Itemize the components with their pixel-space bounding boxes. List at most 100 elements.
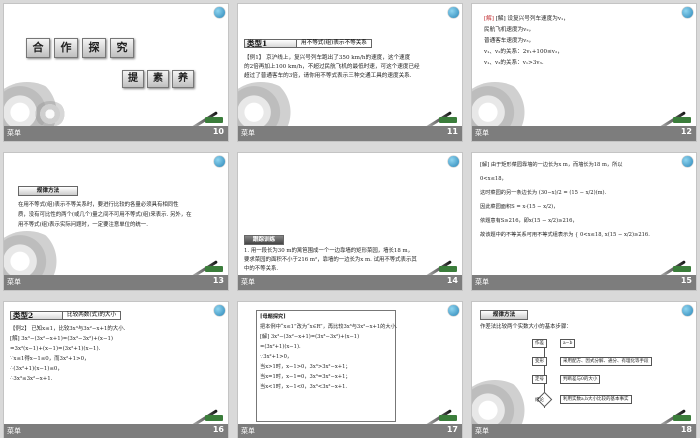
flow-step-3: 定号 (532, 375, 547, 384)
example-text: 【例1】 京沪线上，复兴号列车跑出了350 km/h的速度，这个速度 的2倍再加… (244, 54, 420, 81)
type-title: 用不等式(组)表示不等关系 (296, 39, 372, 48)
slide-number: 10 (212, 127, 224, 136)
text-line: 的2倍再加上100 km/h，不超过民航飞机的最低时速，可这个速度已经 (244, 64, 420, 70)
menu-link[interactable]: 菜单 (475, 128, 489, 138)
text-line-content: [解] 设复兴号列车速度为v₁， (495, 16, 569, 22)
text-line: 这时菜园的另一条边长为 (30−x)/2 = (15 − x/2)(m). (480, 190, 607, 196)
text-line: 中的不等关系. (244, 266, 279, 272)
flow-intro: 作差法比较两个实数大小的基本步骤： (480, 324, 572, 330)
section-title: 合 作 探 究 (26, 38, 134, 58)
flow-step-4: 结论 (535, 398, 544, 403)
slide-13[interactable]: 规律方法 在用不等式(组)表示不等关系时，要进行比较的各量必须具有相同性 质，没… (3, 152, 229, 291)
slide-footer: 菜单 14 (238, 275, 462, 290)
slide-corner-icon (448, 156, 459, 167)
slide-footer: 菜单 12 (472, 126, 696, 141)
text-line: 民航飞机速度为v₂， (484, 27, 535, 33)
text-line: [解] 3x³−(3x²−x+1)=(3x³−3x²)+(x−1) (260, 334, 360, 340)
text-line: ∴(3x²+1)(x−1)≤0， (10, 366, 63, 372)
brand-tag (673, 415, 691, 421)
subtitle-char: 素 (147, 70, 169, 88)
slide-corner-icon (214, 305, 225, 316)
text-line: 普通客车速度为v₃， (484, 38, 535, 44)
practice-header: 跟踪训练 (244, 235, 284, 245)
text-line: 1. 用一段长为30 m的篱笆围成一个一边靠墙的矩形菜园，墙长18 m， (244, 248, 413, 254)
slide-corner-icon (682, 156, 693, 167)
text-line: ∵3x²+1>0， (260, 354, 293, 360)
menu-link[interactable]: 菜单 (475, 426, 489, 436)
slide-corner-icon (682, 305, 693, 316)
slide-16[interactable]: 类型2 比较两数(式)的大小 【例2】 已知x≤1，比较3x³与3x²−x+1的… (3, 301, 229, 438)
text-line: 【例2】 已知x≤1，比较3x³与3x²−x+1的大小. (10, 326, 126, 332)
slide-footer: 菜单 11 (238, 126, 462, 141)
slide-footer: 菜单 13 (4, 275, 228, 290)
solution-text: [解] [解] 设复兴号列车速度为v₁， 民航飞机速度为v₂， 普通客车速度为v… (484, 14, 569, 69)
brand-tag (205, 415, 223, 421)
example-text: 【例2】 已知x≤1，比较3x³与3x²−x+1的大小. [解] 3x³−(3x… (10, 324, 125, 384)
slide-corner-icon (214, 156, 225, 167)
slide-footer: 菜单 10 (4, 126, 228, 141)
slide-18[interactable]: 规律方法 作差法比较两个实数大小的基本步骤： 作差 a−b 变形 采用配方、因式… (471, 301, 697, 438)
text-line: [解] 由于矩形菜园靠墙的一边长为x m，而墙长为18 m，所以 (480, 162, 623, 168)
type-title: 比较两数(式)的大小 (62, 311, 122, 320)
text-line: 故该题中的不等关系可用不等式组表示为 { 0<x≤18, x(15 − x/2)… (480, 232, 650, 238)
slide-number: 17 (446, 425, 458, 434)
text-line: 质，没有可比性的两个(或几个)量之间不可用不等式(组)来表示. 另外，在 (18, 212, 192, 218)
brand-tag (673, 266, 691, 272)
slide-12[interactable]: [解] [解] 设复兴号列车速度为v₁， 民航飞机速度为v₂， 普通客车速度为v… (471, 3, 697, 142)
text-line: =(3x²+1)(x−1). (260, 344, 301, 350)
slide-14[interactable]: 跟踪训练 1. 用一段长为30 m的篱笆围成一个一边靠墙的矩形菜园，墙长18 m… (237, 152, 463, 291)
brand-tag (439, 415, 457, 421)
flow-note-1: a−b (560, 339, 576, 348)
slide-number: 14 (446, 276, 458, 285)
menu-link[interactable]: 菜单 (475, 277, 489, 287)
slide-footer: 菜单 18 (472, 424, 696, 438)
type-label: 类型1 (244, 39, 299, 48)
brand-tag (205, 117, 223, 123)
text-line: =3x²(x−1)+(x−1)=(3x²+1)(x−1). (10, 346, 101, 352)
slide-footer: 菜单 17 (238, 424, 462, 438)
slide-corner-icon (448, 7, 459, 18)
text-line: 因此菜园面积S = x·(15 − x/2)， (480, 204, 559, 210)
slide-number: 15 (680, 276, 692, 285)
practice-text: 1. 用一段长为30 m的篱笆围成一个一边靠墙的矩形菜园，墙长18 m， 要求菜… (244, 247, 417, 274)
menu-link[interactable]: 菜单 (241, 277, 255, 287)
slide-corner-icon (448, 305, 459, 316)
menu-link[interactable]: 菜单 (7, 277, 21, 287)
title-char: 究 (110, 38, 134, 58)
text-line: 要求菜园的面积不小于216 m²，靠墙的一边长为x m. 试用不等式表示其 (244, 257, 417, 263)
frame-header: [母题探究] (260, 314, 286, 320)
text-line: 当x>1时，x−1>0，3x³>3x²−x+1； (260, 364, 351, 370)
variant-text: 把本例中“x≤1”改为“x∈R”，再比较3x³与3x²−x+1的大小. [解] … (260, 322, 397, 392)
text-line: [解] [解] 设复兴号列车速度为v₁， (484, 16, 569, 22)
slide-grid: 合 作 探 究 提 素 养 菜单 10 类型1 用不等式(组)表示不等关系 【例… (0, 0, 700, 438)
title-char: 合 (26, 38, 50, 58)
slide-number: 16 (212, 425, 224, 434)
type-label: 类型2 (10, 311, 65, 320)
slide-11[interactable]: 类型1 用不等式(组)表示不等关系 【例1】 京沪线上，复兴号列车跑出了350 … (237, 3, 463, 142)
slide-corner-icon (682, 7, 693, 18)
menu-link[interactable]: 菜单 (241, 128, 255, 138)
brand-tag (439, 117, 457, 123)
slide-17[interactable]: [母题探究] 把本例中“x≤1”改为“x∈R”，再比较3x³与3x²−x+1的大… (237, 301, 463, 438)
text-line: ∴3x³≤3x²−x+1. (10, 376, 53, 382)
text-line: 当x<1时，x−1<0，3x³<3x²−x+1. (260, 384, 348, 390)
slide-number: 13 (212, 276, 224, 285)
text-line: 0<x≤18， (480, 176, 507, 182)
menu-link[interactable]: 菜单 (241, 426, 255, 436)
text-line: [解] 3x³−(3x²−x+1)=(3x³−3x²)+(x−1) (10, 336, 114, 342)
slide-footer: 菜单 15 (472, 275, 696, 290)
menu-link[interactable]: 菜单 (7, 426, 21, 436)
title-char: 作 (54, 38, 78, 58)
slide-number: 12 (680, 127, 692, 136)
flow-step-1: 作差 (532, 339, 547, 348)
slide-15[interactable]: [解] 由于矩形菜园靠墙的一边长为x m，而墙长为18 m，所以 0<x≤18，… (471, 152, 697, 291)
text-line: 【例1】 京沪线上，复兴号列车跑出了350 km/h的速度，这个速度 (244, 55, 411, 61)
title-char: 探 (82, 38, 106, 58)
text-line: v₁、v₂的关系：2v₁+100≤v₂， (484, 49, 563, 55)
method-text: 在用不等式(组)表示不等关系时，要进行比较的各量必须具有相同性 质，没有可比性的… (18, 200, 192, 230)
text-line: 在用不等式(组)表示不等关系时，要进行比较的各量必须具有相同性 (18, 202, 179, 208)
menu-link[interactable]: 菜单 (7, 128, 21, 138)
text-line: 用不等式(组)表示实际问题时，一定要注意单位的统一. (18, 222, 148, 228)
slide-footer: 菜单 16 (4, 424, 228, 438)
slide-10[interactable]: 合 作 探 究 提 素 养 菜单 10 (3, 3, 229, 142)
